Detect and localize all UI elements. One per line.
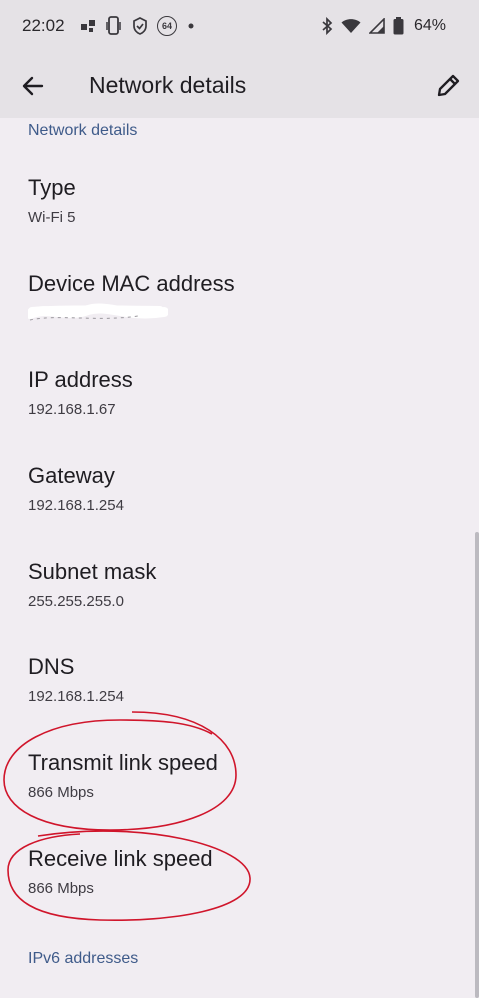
edit-button[interactable] xyxy=(431,69,465,103)
notification-icon xyxy=(81,20,95,32)
page-title: Network details xyxy=(89,72,247,98)
section-header-ipv6-addresses: IPv6 addresses xyxy=(28,950,139,967)
detail-value: 192.168.1.254 xyxy=(28,497,124,514)
detail-value: 192.168.1.67 xyxy=(28,401,116,418)
status-icons-right: 64% xyxy=(321,14,479,38)
detail-title: Device MAC address xyxy=(28,271,235,296)
detail-item-transmit-link-speed: Transmit link speed 866 Mbps xyxy=(28,749,448,803)
detail-title: Subnet mask xyxy=(28,559,157,584)
back-button[interactable] xyxy=(16,69,50,103)
detail-item-type: Type Wi-Fi 5 xyxy=(28,174,448,228)
dot-icon xyxy=(188,23,194,29)
detail-value: 866 Mbps xyxy=(28,880,94,897)
detail-title: IP address xyxy=(28,367,133,392)
scrollbar-thumb[interactable] xyxy=(475,532,479,998)
detail-item-dns: DNS 192.168.1.254 xyxy=(28,653,448,707)
shield-icon xyxy=(133,17,147,35)
cell-signal-icon xyxy=(368,18,385,34)
detail-item-ip-address: IP address 192.168.1.67 xyxy=(28,366,448,420)
status-icons-left: 64 xyxy=(80,14,196,38)
detail-item-gateway: Gateway 192.168.1.254 xyxy=(28,462,448,516)
battery-percent: 64% xyxy=(413,17,446,34)
battery-icon xyxy=(393,17,404,35)
detail-title: Transmit link speed xyxy=(28,750,218,775)
back-arrow-icon xyxy=(22,76,44,96)
pencil-icon xyxy=(437,74,460,97)
detail-item-mac-address: Device MAC address xyxy=(28,270,448,304)
status-bar: 22:02 64 64% xyxy=(0,0,479,54)
badge-64-text: 64 xyxy=(161,21,172,31)
detail-title: Type xyxy=(28,175,76,200)
detail-title: Gateway xyxy=(28,463,115,488)
detail-item-subnet-mask: Subnet mask 255.255.255.0 xyxy=(28,558,448,612)
detail-value: 255.255.255.0 xyxy=(28,593,124,610)
detail-title: DNS xyxy=(28,654,75,679)
detail-value: Wi-Fi 5 xyxy=(28,209,76,226)
app-bar: Network details xyxy=(0,54,479,118)
section-header-network-details: Network details xyxy=(28,122,138,139)
phone-vibrate-icon xyxy=(106,16,121,35)
network-details-screen: 22:02 64 64% Network details Network det… xyxy=(0,0,479,998)
redacted-mac-address xyxy=(28,303,168,321)
network-details-list: Network details Type Wi-Fi 5 Device MAC … xyxy=(0,118,479,998)
bluetooth-icon xyxy=(322,17,333,35)
wifi-icon xyxy=(341,19,361,33)
detail-title: Receive link speed xyxy=(28,846,213,871)
detail-item-receive-link-speed: Receive link speed 866 Mbps xyxy=(28,845,448,899)
badge-64-icon: 64 xyxy=(157,16,177,36)
detail-value: 192.168.1.254 xyxy=(28,688,124,705)
detail-value: 866 Mbps xyxy=(28,784,94,801)
status-time: 22:02 xyxy=(22,16,65,35)
